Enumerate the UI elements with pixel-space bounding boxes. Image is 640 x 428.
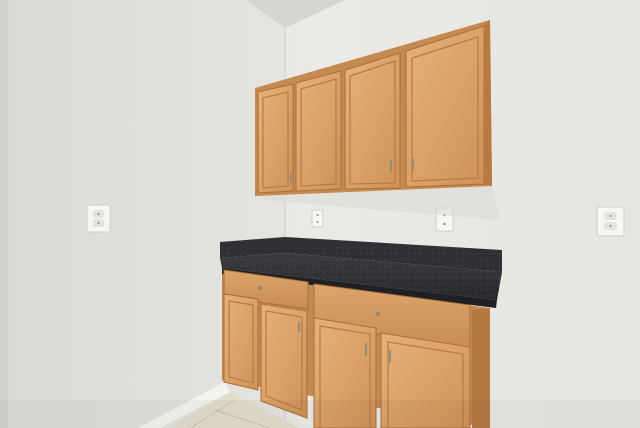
wall-outlet-center-left bbox=[311, 209, 324, 228]
kitchenette-photo bbox=[0, 0, 640, 428]
wall-edge bbox=[0, 0, 8, 428]
wall-outlet-left bbox=[86, 204, 111, 233]
wall-outlet-right bbox=[596, 206, 625, 237]
upper-cabinet-door-4 bbox=[405, 25, 485, 188]
